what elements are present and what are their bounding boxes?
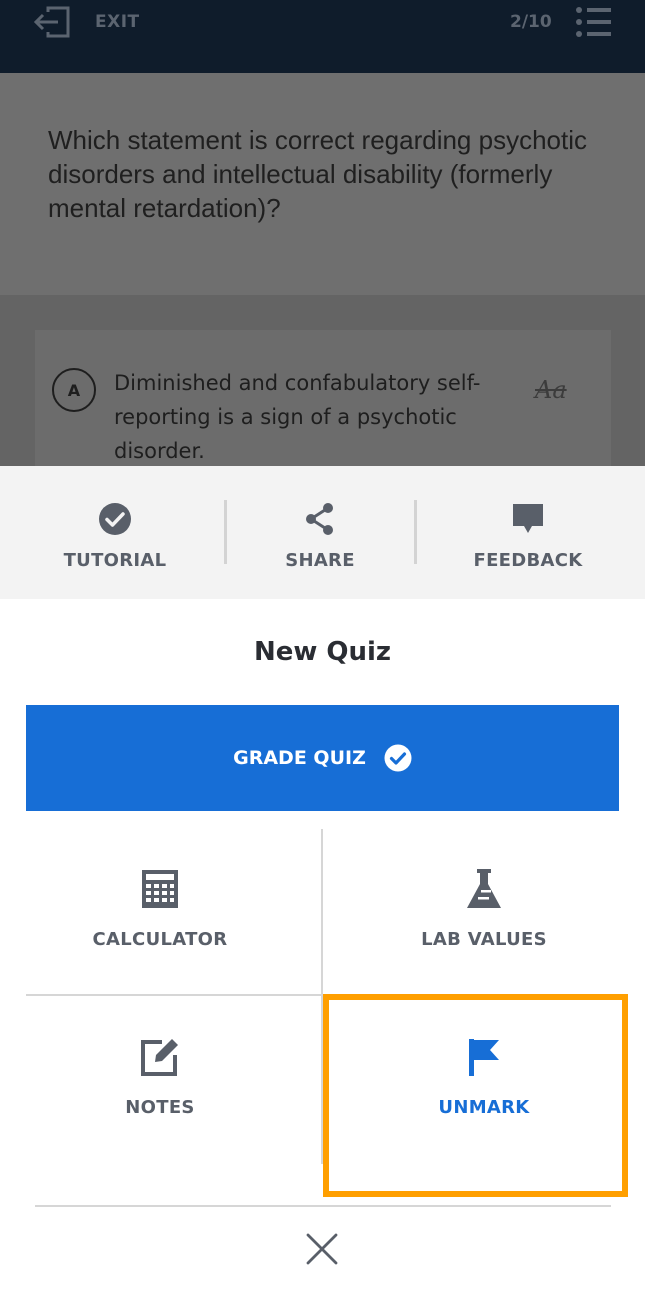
divider — [414, 500, 417, 564]
answer-text: Diminished and confabulatory self-report… — [114, 371, 481, 463]
share-label: SHARE — [285, 550, 355, 571]
grade-quiz-button[interactable]: GRADE QUIZ — [26, 705, 619, 811]
question-area: Which statement is correct regarding psy… — [0, 73, 645, 295]
divider — [35, 1205, 611, 1207]
divider — [224, 500, 227, 564]
answer-letter: A — [52, 368, 96, 412]
exit-door-icon[interactable] — [34, 6, 72, 38]
calculator-label: CALCULATOR — [92, 929, 228, 950]
quiz-title: New Quiz — [253, 637, 392, 667]
tutorial-button[interactable]: TUTORIAL — [40, 466, 190, 599]
answers-area: A Diminished and confabulatory self-repo… — [0, 295, 645, 470]
tutorial-label: TUTORIAL — [63, 550, 167, 571]
calculator-icon — [138, 867, 182, 911]
question-text: Which statement is correct regarding psy… — [48, 125, 587, 223]
feedback-button[interactable]: FEEDBACK — [453, 466, 603, 599]
answer-option-a[interactable]: A Diminished and confabulatory self-repo… — [35, 330, 611, 470]
share-button[interactable]: SHARE — [245, 466, 395, 599]
highlight-box — [323, 994, 628, 1197]
lab-values-label: LAB VALUES — [421, 929, 547, 950]
edit-note-icon — [138, 1035, 182, 1079]
grid-divider — [26, 994, 322, 996]
calculator-button[interactable]: CALCULATOR — [26, 867, 294, 950]
strikethrough-icon[interactable]: Aa — [535, 376, 567, 404]
grade-quiz-label: GRADE QUIZ — [233, 747, 366, 769]
close-icon — [306, 1233, 338, 1265]
sheet-action-row: TUTORIAL SHARE FEEDBACK — [0, 466, 645, 599]
speech-bubble-icon — [511, 502, 545, 536]
top-bar: EXIT 2/10 — [0, 0, 645, 73]
share-icon — [303, 502, 337, 536]
exit-label[interactable]: EXIT — [95, 12, 140, 32]
lab-values-button[interactable]: LAB VALUES — [350, 867, 618, 950]
question-progress: 2/10 — [510, 12, 552, 32]
feedback-label: FEEDBACK — [473, 550, 583, 571]
notes-label: NOTES — [125, 1097, 195, 1118]
close-button[interactable] — [300, 1227, 344, 1271]
quiz-menu-sheet: New Quiz GRADE QUIZ CALCULATOR LAB VALUE… — [0, 599, 645, 1298]
list-icon[interactable] — [575, 6, 613, 38]
check-circle-icon — [98, 502, 132, 536]
check-circle-icon — [384, 744, 412, 772]
notes-button[interactable]: NOTES — [26, 1035, 294, 1118]
flask-icon — [462, 867, 506, 911]
